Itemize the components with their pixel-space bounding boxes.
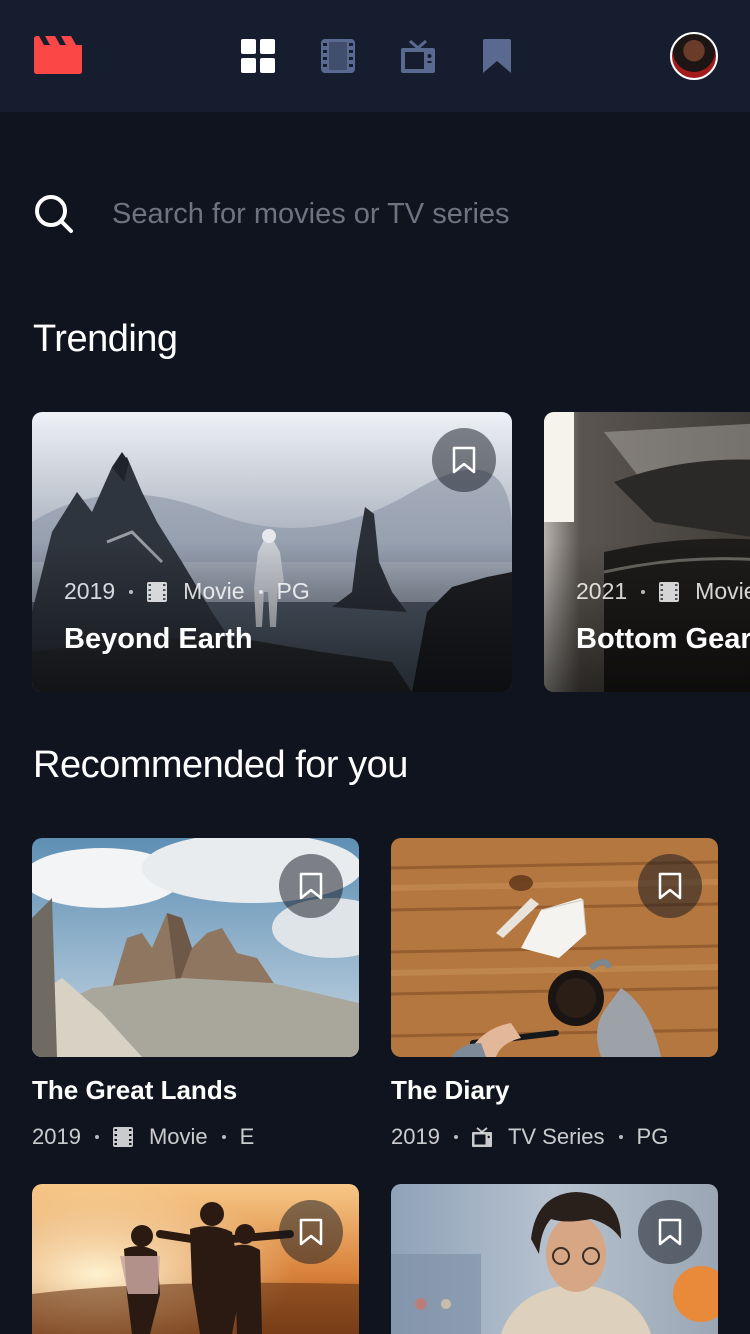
grid-icon[interactable] (241, 39, 275, 73)
recommended-meta: 2019 Movie E (32, 1124, 254, 1150)
tv-icon[interactable] (401, 39, 435, 73)
search-icon (35, 195, 73, 233)
bookmark-button[interactable] (432, 428, 496, 492)
bookmark-icon (452, 446, 476, 474)
trending-title: Beyond Earth (64, 623, 253, 655)
recommended-heading: Recommended for you (33, 744, 408, 786)
bookmark-icon (658, 872, 682, 900)
tv-icon (471, 1127, 492, 1147)
rating: E (239, 1124, 255, 1149)
film-icon (659, 581, 680, 602)
year: 2021 (576, 578, 628, 604)
recommended-title: The Diary (391, 1075, 510, 1105)
bookmark-icon (299, 872, 323, 900)
category: Movie (183, 578, 245, 604)
top-nav-bar (0, 0, 750, 112)
recommended-card[interactable] (391, 838, 718, 1057)
trending-heading: Trending (33, 318, 178, 360)
film-icon (112, 1127, 133, 1147)
trending-meta: 2019 Movie PG (64, 578, 310, 605)
movie-clapper-icon[interactable] (34, 36, 82, 74)
bookmark-button[interactable] (638, 854, 702, 918)
rating: PG (636, 1124, 669, 1149)
trending-title: Bottom Gear (576, 623, 750, 655)
trending-meta: 2021 Movie (576, 578, 750, 605)
recommended-card[interactable] (32, 1184, 359, 1334)
recommended-meta: 2019 TV Series PG (391, 1124, 668, 1150)
bookmark-icon (658, 1218, 682, 1246)
category: Movie (695, 578, 750, 604)
search-bar (34, 190, 724, 240)
category: TV Series (507, 1124, 605, 1149)
bookmark-button[interactable] (279, 1200, 343, 1264)
year: 2019 (64, 578, 116, 604)
search-input[interactable] (112, 190, 712, 238)
film-icon[interactable] (321, 39, 355, 73)
bookmark-icon (299, 1218, 323, 1246)
year: 2019 (391, 1124, 440, 1149)
film-icon (147, 581, 168, 602)
recommended-card[interactable] (391, 1184, 718, 1334)
avatar[interactable] (670, 32, 718, 80)
bookmark-icon[interactable] (483, 39, 511, 73)
year: 2019 (32, 1124, 81, 1149)
rating: PG (276, 578, 310, 604)
recommended-title: The Great Lands (32, 1075, 238, 1105)
bookmark-button[interactable] (279, 854, 343, 918)
recommended-card[interactable] (32, 838, 359, 1057)
bookmark-button[interactable] (638, 1200, 702, 1264)
category: Movie (148, 1124, 208, 1149)
